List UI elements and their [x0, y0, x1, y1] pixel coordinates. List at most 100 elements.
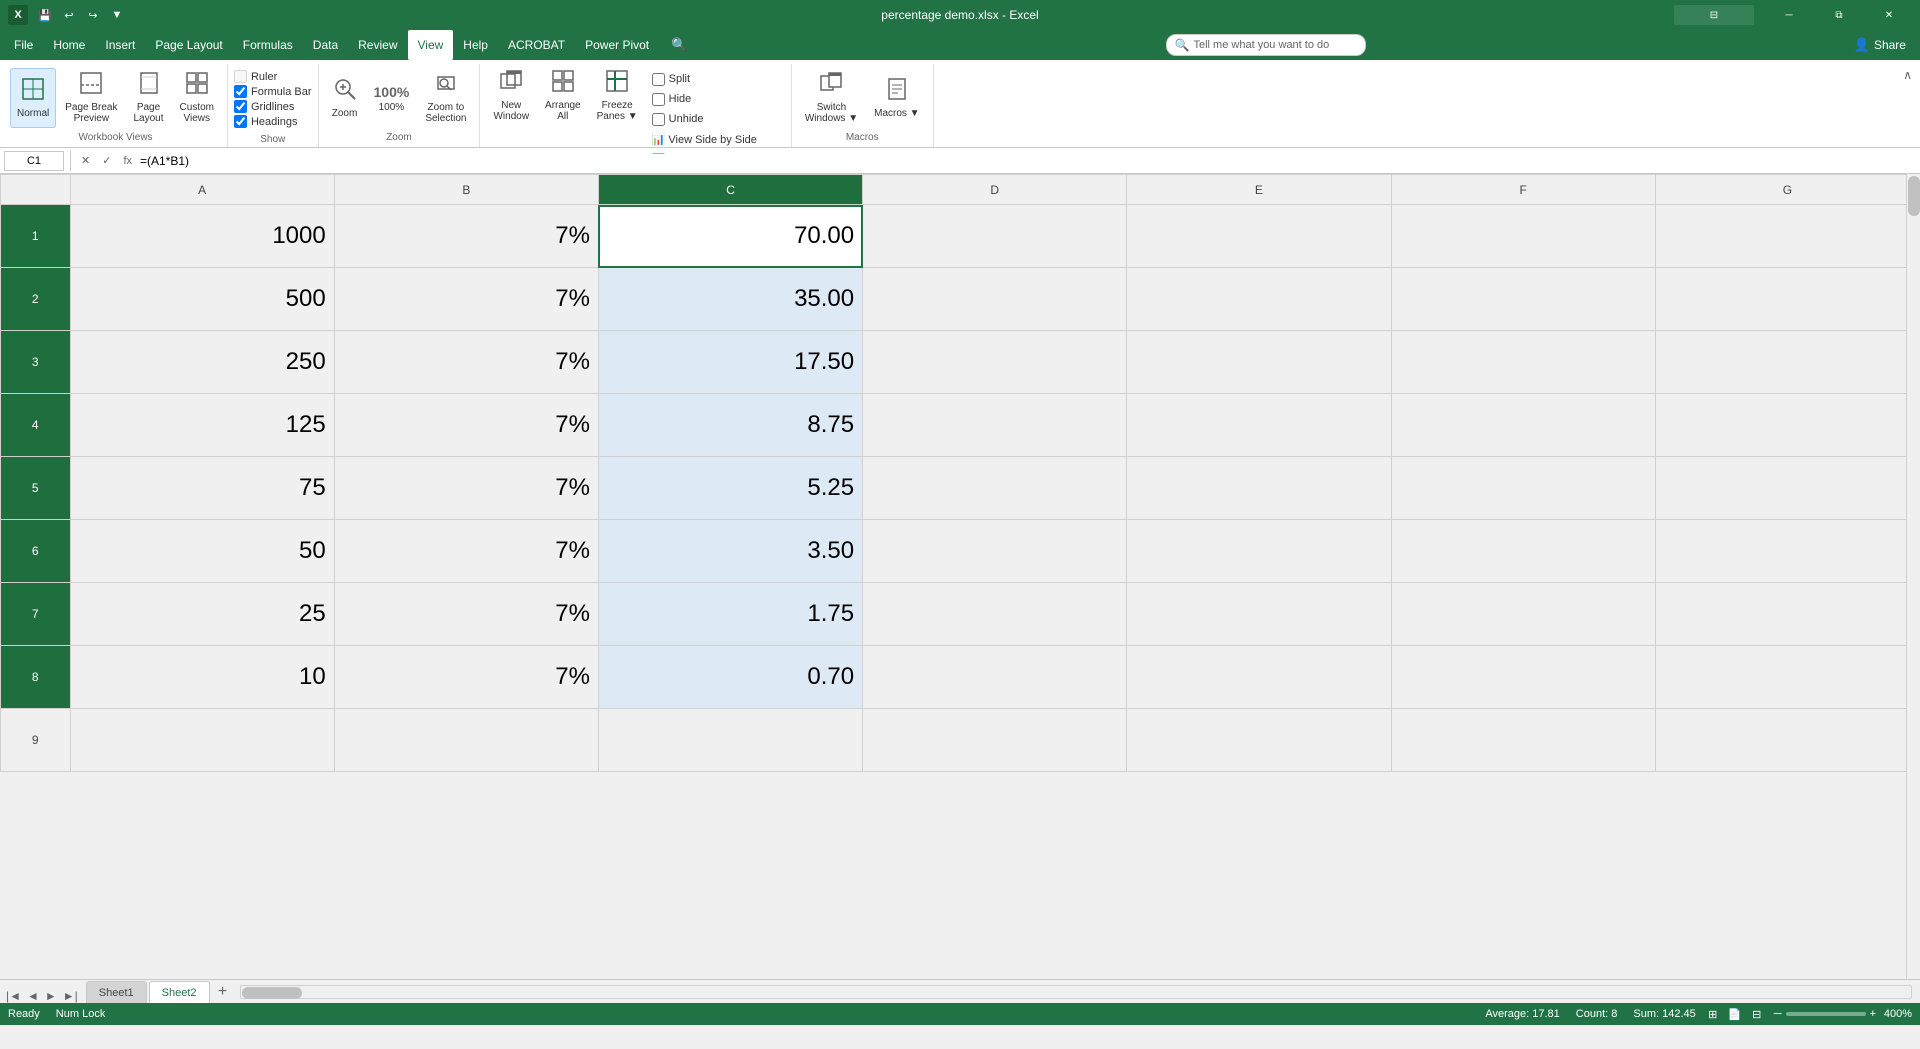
- menu-page-layout[interactable]: Page Layout: [145, 30, 232, 60]
- ruler-checkbox[interactable]: Ruler: [234, 70, 312, 83]
- formula-confirm-btn[interactable]: ✓: [98, 154, 115, 167]
- cell-A9[interactable]: [70, 709, 334, 772]
- horizontal-scrollbar[interactable]: [240, 985, 1912, 999]
- col-header-e[interactable]: E: [1127, 175, 1391, 205]
- cell-F9[interactable]: [1391, 709, 1655, 772]
- zoom-100-btn[interactable]: 100% 100%: [367, 68, 417, 128]
- cell-A4[interactable]: 125: [70, 394, 334, 457]
- cell-F1[interactable]: [1391, 205, 1655, 268]
- cell-D7[interactable]: [863, 583, 1127, 646]
- macros-btn[interactable]: Macros ▼: [867, 68, 926, 128]
- hide-btn[interactable]: Hide: [645, 90, 785, 108]
- cell-D5[interactable]: [863, 457, 1127, 520]
- row-header-3[interactable]: 3: [1, 331, 71, 394]
- restore-btn[interactable]: ⧉: [1816, 0, 1862, 30]
- cell-B7[interactable]: 7%: [334, 583, 598, 646]
- freeze-panes-btn[interactable]: Freeze Panes ▼: [590, 66, 645, 126]
- cell-G6[interactable]: [1655, 520, 1919, 583]
- cell-G7[interactable]: [1655, 583, 1919, 646]
- col-header-c[interactable]: C: [598, 175, 862, 205]
- cell-C9[interactable]: [598, 709, 862, 772]
- row-header-1[interactable]: 1: [1, 205, 71, 268]
- cell-E3[interactable]: [1127, 331, 1391, 394]
- sheet-nav-next[interactable]: ►: [43, 989, 59, 1003]
- cell-E9[interactable]: [1127, 709, 1391, 772]
- page-break-status-btn[interactable]: ⊟: [1748, 1005, 1766, 1023]
- col-header-d[interactable]: D: [863, 175, 1127, 205]
- formula-bar-checkbox[interactable]: Formula Bar: [234, 85, 312, 98]
- cell-C4[interactable]: 8.75: [598, 394, 862, 457]
- cell-A8[interactable]: 10: [70, 646, 334, 709]
- headings-checkbox-input[interactable]: [234, 115, 247, 128]
- unhide-checkbox[interactable]: [652, 113, 665, 126]
- row-header-2[interactable]: 2: [1, 268, 71, 331]
- zoom-level[interactable]: 400%: [1880, 1008, 1912, 1020]
- cell-F7[interactable]: [1391, 583, 1655, 646]
- save-btn[interactable]: 💾: [34, 4, 56, 26]
- scrollbar-thumb[interactable]: [1908, 176, 1920, 216]
- row-header-7[interactable]: 7: [1, 583, 71, 646]
- cell-B1[interactable]: 7%: [334, 205, 598, 268]
- ruler-checkbox-input[interactable]: [234, 70, 247, 83]
- cell-B3[interactable]: 7%: [334, 331, 598, 394]
- cell-F3[interactable]: [1391, 331, 1655, 394]
- zoom-minus-btn[interactable]: ─: [1774, 1008, 1782, 1020]
- sheet-nav-first[interactable]: |◄: [4, 989, 23, 1003]
- sheet-tab-sheet2[interactable]: Sheet2: [149, 981, 210, 1003]
- zoom-plus-btn[interactable]: +: [1870, 1008, 1876, 1020]
- menu-help[interactable]: Help: [453, 30, 498, 60]
- cell-A3[interactable]: 250: [70, 331, 334, 394]
- row-header-6[interactable]: 6: [1, 520, 71, 583]
- ribbon-display-options[interactable]: ⊟: [1674, 5, 1754, 25]
- zoom-slider[interactable]: [1786, 1012, 1866, 1016]
- formula-input[interactable]: [140, 154, 1916, 168]
- cell-E8[interactable]: [1127, 646, 1391, 709]
- normal-view-status-btn[interactable]: ⊞: [1704, 1005, 1722, 1023]
- cell-E4[interactable]: [1127, 394, 1391, 457]
- cell-C6[interactable]: 3.50: [598, 520, 862, 583]
- hide-checkbox[interactable]: [652, 93, 665, 106]
- cell-A6[interactable]: 50: [70, 520, 334, 583]
- menu-home[interactable]: Home: [43, 30, 95, 60]
- menu-formulas[interactable]: Formulas: [233, 30, 303, 60]
- cell-B2[interactable]: 7%: [334, 268, 598, 331]
- cell-C2[interactable]: 35.00: [598, 268, 862, 331]
- cell-E2[interactable]: [1127, 268, 1391, 331]
- cell-B5[interactable]: 7%: [334, 457, 598, 520]
- gridlines-checkbox-input[interactable]: [234, 100, 247, 113]
- formula-insert-function-btn[interactable]: fx: [119, 155, 136, 167]
- cell-D6[interactable]: [863, 520, 1127, 583]
- cell-G3[interactable]: [1655, 331, 1919, 394]
- cell-B4[interactable]: 7%: [334, 394, 598, 457]
- cell-G9[interactable]: [1655, 709, 1919, 772]
- cell-C7[interactable]: 1.75: [598, 583, 862, 646]
- sheet-nav-last[interactable]: ►|: [61, 989, 80, 1003]
- cell-B6[interactable]: 7%: [334, 520, 598, 583]
- cell-D2[interactable]: [863, 268, 1127, 331]
- page-layout-status-btn[interactable]: 📄: [1726, 1005, 1744, 1023]
- cell-F4[interactable]: [1391, 394, 1655, 457]
- minimize-btn[interactable]: ─: [1766, 0, 1812, 30]
- formula-bar-checkbox-input[interactable]: [234, 85, 247, 98]
- page-layout-btn[interactable]: Page Layout: [127, 68, 171, 128]
- sheet-nav-prev[interactable]: ◄: [25, 989, 41, 1003]
- menu-power-pivot[interactable]: Power Pivot: [575, 30, 659, 60]
- cell-C1[interactable]: 70.00: [598, 205, 862, 268]
- undo-btn[interactable]: ↩: [58, 4, 80, 26]
- new-window-btn[interactable]: New Window: [486, 66, 536, 126]
- tell-me-input[interactable]: 🔍 Tell me what you want to do: [1166, 34, 1366, 56]
- row-header-4[interactable]: 4: [1, 394, 71, 457]
- cell-G8[interactable]: [1655, 646, 1919, 709]
- split-btn[interactable]: Split: [645, 70, 785, 88]
- cell-A1[interactable]: 1000: [70, 205, 334, 268]
- cell-G1[interactable]: [1655, 205, 1919, 268]
- cell-C5[interactable]: 5.25: [598, 457, 862, 520]
- menu-file[interactable]: File: [4, 30, 43, 60]
- cell-F5[interactable]: [1391, 457, 1655, 520]
- row-header-8[interactable]: 8: [1, 646, 71, 709]
- gridlines-checkbox[interactable]: Gridlines: [234, 100, 312, 113]
- cell-C3[interactable]: 17.50: [598, 331, 862, 394]
- formula-cancel-btn[interactable]: ✕: [77, 154, 94, 167]
- zoom-selection-btn[interactable]: Zoom to Selection: [418, 68, 473, 128]
- cell-D8[interactable]: [863, 646, 1127, 709]
